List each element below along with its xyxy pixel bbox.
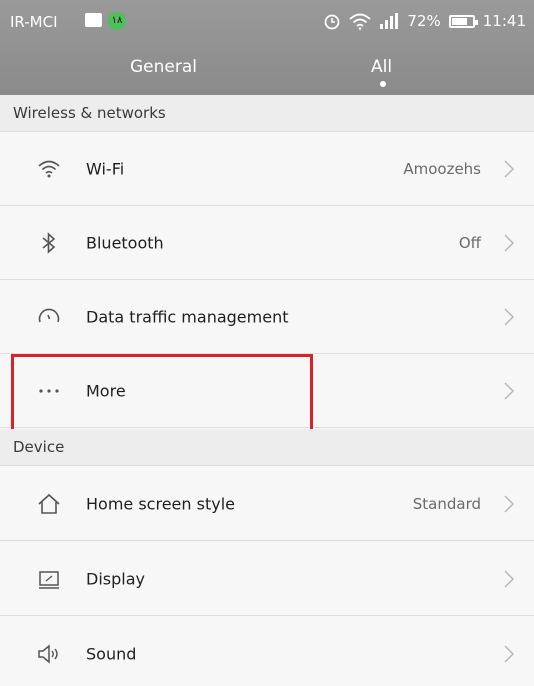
message-icon [85,13,102,27]
section-header-device: Device [0,429,534,466]
status-right: 72% 11:41 [323,12,526,30]
notification-badge: ١٨ [108,12,126,30]
chevron-right-icon [504,308,514,325]
tab-bar: General All [0,44,534,95]
chevron-right-icon [504,570,514,587]
section-header-wireless: Wireless & networks [0,95,534,132]
battery-percent: 72% [407,12,441,30]
sound-icon [38,644,58,664]
status-bar: IR-MCI ١٨ 72% 11:41 [0,0,534,44]
data-traffic-label: Data traffic management [86,307,289,326]
sound-row[interactable]: Sound [0,617,534,686]
display-label: Display [86,569,145,588]
home-screen-row[interactable]: Home screen style Standard [0,467,534,541]
wifi-value: Amoozehs [403,159,481,178]
tab-indicator [380,81,386,87]
chevron-right-icon [504,234,514,251]
highlight-box [11,354,313,433]
alarm-icon [325,14,340,30]
carrier-label: IR-MCI [10,13,58,31]
clock: 11:41 [482,12,526,30]
tab-general[interactable]: General [130,57,197,77]
bluetooth-value: Off [458,233,481,252]
display-row[interactable]: Display [0,542,534,616]
home-screen-label: Home screen style [86,494,235,513]
bluetooth-label: Bluetooth [86,233,164,252]
wifi-label: Wi-Fi [86,159,125,178]
home-screen-value: Standard [412,494,481,513]
wifi-row[interactable]: Wi-Fi Amoozehs [0,132,534,206]
display-icon [39,570,59,589]
wifi-status-icon [349,13,372,30]
sound-label: Sound [86,644,137,664]
home-icon [38,493,60,514]
data-gauge-icon [38,308,60,322]
data-traffic-row[interactable]: Data traffic management [0,280,534,354]
chevron-right-icon [504,382,514,399]
chevron-right-icon [504,160,514,177]
bluetooth-icon [42,231,56,254]
wifi-icon [38,160,60,177]
bluetooth-row[interactable]: Bluetooth Off [0,206,534,280]
tab-all[interactable]: All [371,57,392,77]
battery-icon [448,14,478,28]
chevron-right-icon [504,495,514,512]
signal-icon [380,13,399,29]
chevron-right-icon [504,645,514,663]
